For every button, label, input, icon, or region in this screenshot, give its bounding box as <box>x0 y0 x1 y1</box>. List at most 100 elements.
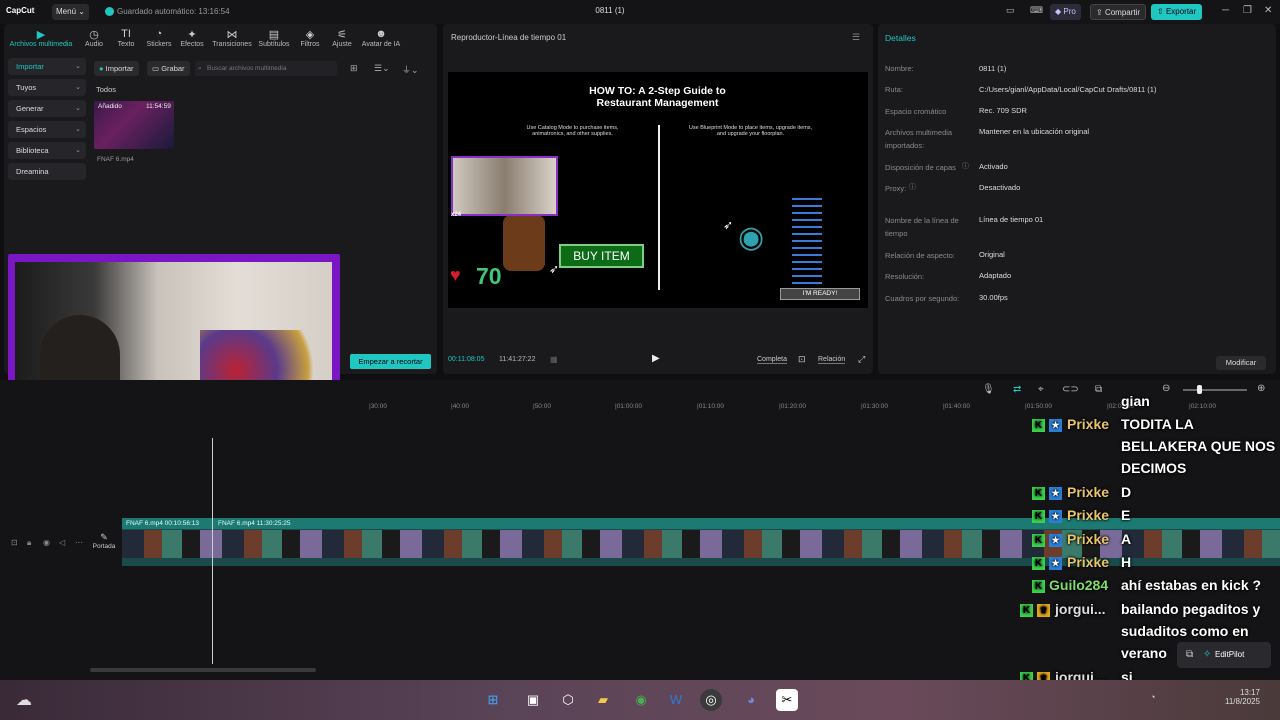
cursor-icon: ➶ <box>549 262 560 276</box>
import-button[interactable]: ● Importar <box>94 61 139 76</box>
filter-icon[interactable]: ⏚⌄ <box>402 63 419 76</box>
snapshot-icon[interactable]: ⊡ <box>798 354 806 365</box>
avatar-icon: ☻ <box>375 28 387 40</box>
file-explorer-icon[interactable]: ▰ <box>592 689 614 711</box>
app-icon[interactable]: ⬡ <box>557 689 579 711</box>
sort-icon[interactable]: ☰⌄ <box>374 63 390 74</box>
sidebar-item-yours[interactable]: Tuyos ⌄ <box>8 79 86 96</box>
tab-media-label: Archivos multimedia <box>9 41 73 48</box>
minimize-icon[interactable]: ─ <box>1222 5 1229 16</box>
capcut-icon[interactable]: ✂ <box>776 689 798 711</box>
game-item-list <box>792 198 822 288</box>
pro-button[interactable]: ◆ Pro <box>1050 4 1081 20</box>
chat-username: Prixke <box>1067 484 1110 500</box>
tab-transitions[interactable]: ⋈ Transiciones <box>210 28 254 48</box>
network-icon[interactable]: ◔ <box>1150 692 1155 702</box>
task-view-icon[interactable]: ▣ <box>522 689 544 711</box>
details-label-resolution: Resolución: <box>885 272 925 281</box>
autosave-icon <box>105 7 114 16</box>
kick-icon: K <box>1020 604 1033 617</box>
preview-axis-icon[interactable]: ⊂⊃ <box>1062 384 1079 395</box>
close-icon[interactable]: ✕ <box>1264 5 1272 16</box>
eye-icon[interactable]: ◉ <box>43 538 50 547</box>
tab-media[interactable]: ▶ Archivos multimedia <box>6 28 76 48</box>
sidebar-item-generate[interactable]: Generar ⌄ <box>8 100 86 117</box>
player-total-time: 11:41:27:22 <box>499 356 536 363</box>
player-menu-icon[interactable]: ☰ <box>852 32 860 43</box>
maximize-icon[interactable]: ❐ <box>1243 5 1252 16</box>
word-icon[interactable]: W <box>665 689 687 711</box>
export-button[interactable]: ⇧ Exportar <box>1151 4 1203 20</box>
discord-icon[interactable]: ◕ <box>740 689 762 711</box>
tab-adjust[interactable]: ⚟ Ajuste <box>321 28 363 48</box>
shortcuts-icon[interactable]: ⌨ <box>1030 5 1043 16</box>
more-icon[interactable]: ⋯ <box>75 538 83 547</box>
microphone-icon[interactable]: 🎙 <box>982 384 995 395</box>
sidebar-item-label: Importar <box>16 62 44 71</box>
weather-icon[interactable]: ☁ <box>16 690 32 710</box>
share-label: Compartir <box>1104 8 1141 17</box>
chat-text: D <box>1121 484 1132 500</box>
taskbar-clock[interactable]: 13:17 11/8/2025 <box>1212 688 1260 706</box>
chat-message: K ★ Prixke <box>1032 416 1109 432</box>
editpilot-button[interactable]: ⧉ ✧ EditPilot <box>1177 642 1271 668</box>
record-button[interactable]: ▭ Grabar <box>147 61 190 76</box>
layout-icon[interactable]: ▭ <box>1006 5 1015 16</box>
tab-effects-label: Efectos <box>180 41 204 48</box>
chevron-down-icon: ⌄ <box>78 7 85 16</box>
aspect-ratio-button[interactable]: Relación <box>818 356 846 364</box>
details-value-layers: Activado <box>979 162 1008 171</box>
chat-message: K Guilo284 <box>1032 577 1108 593</box>
sidebar-item-dreamina[interactable]: Dreamina <box>8 163 86 180</box>
cover-button[interactable]: ✎ Portada <box>92 532 116 556</box>
ruler-tick: |01:40:00 <box>943 403 970 410</box>
lock-icon[interactable]: 🔒︎ <box>27 538 31 548</box>
media-duration: 11:54:59 <box>146 103 171 110</box>
zoom-out-icon[interactable]: ⊖ <box>1162 383 1170 394</box>
menu-button[interactable]: Menú ⌄ <box>52 4 89 20</box>
details-label-path: Ruta: <box>885 85 903 94</box>
autosave-status: Guardado automático: 13:16:54 <box>117 7 230 16</box>
chat-text: sudaditos como en <box>1121 623 1249 639</box>
transitions-icon: ⋈ <box>226 29 238 41</box>
tab-ai-avatar-label: Avatar de IA <box>361 41 401 48</box>
sidebar-item-import[interactable]: Importar ⌄ <box>8 58 86 75</box>
grid-view-icon[interactable]: ⊞ <box>350 63 358 74</box>
ruler-tick: |50:00 <box>533 403 551 410</box>
record-label: Grabar <box>161 64 185 73</box>
fullscreen-icon[interactable]: ⤢ <box>858 354 865 365</box>
ruler-tick: |30:00 <box>369 403 387 410</box>
kick-icon: K <box>1032 534 1045 547</box>
modify-button[interactable]: Modificar <box>1216 356 1266 370</box>
link-icon[interactable]: ⇄ <box>1013 384 1021 395</box>
volume-icon[interactable]: ◁ <box>59 538 65 547</box>
tab-ai-avatar[interactable]: ☻ Avatar de IA <box>358 28 404 48</box>
zoom-slider-handle[interactable] <box>1197 385 1202 394</box>
timecode-grid-icon[interactable]: ▦ <box>550 355 558 364</box>
chrome-icon[interactable]: ◉ <box>630 689 652 711</box>
kick-icon: K <box>1032 510 1045 523</box>
diamond-icon: ◆ <box>1055 7 1062 16</box>
share-button[interactable]: ⇪ Compartir <box>1090 4 1147 20</box>
clip-label: FNAF 6.mp4 00:10:56:13 <box>126 520 199 527</box>
timeline-scrollbar[interactable] <box>90 668 316 672</box>
effects-icon: ✦ <box>187 29 197 41</box>
start-crop-button[interactable]: Empezar a recortar <box>350 354 431 369</box>
playhead[interactable] <box>212 438 213 664</box>
sidebar-item-library[interactable]: Biblioteca ⌄ <box>8 142 86 159</box>
full-quality-button[interactable]: Completa <box>757 356 787 364</box>
tab-effects[interactable]: ✦ Efectos <box>171 28 213 48</box>
chat-text: bailando pegaditos y <box>1121 601 1261 617</box>
sidebar-item-spaces[interactable]: Espacios ⌄ <box>8 121 86 138</box>
zoom-slider[interactable] <box>1183 389 1247 391</box>
obs-icon[interactable]: ◎ <box>700 689 722 711</box>
start-icon[interactable]: ⊞ <box>482 689 504 711</box>
import-label: Importar <box>105 64 134 73</box>
play-button[interactable]: ▶ <box>652 353 660 364</box>
snap-icon[interactable]: ⌖ <box>1038 384 1044 395</box>
ruler-tick: |01:50:00 <box>1025 403 1052 410</box>
chat-text: verano <box>1121 645 1167 661</box>
media-search-input[interactable]: ⌕ Buscar archivos multimedia <box>195 61 337 76</box>
split-icon[interactable]: ⧉ <box>1095 384 1102 395</box>
zoom-in-icon[interactable]: ⊕ <box>1257 383 1265 394</box>
